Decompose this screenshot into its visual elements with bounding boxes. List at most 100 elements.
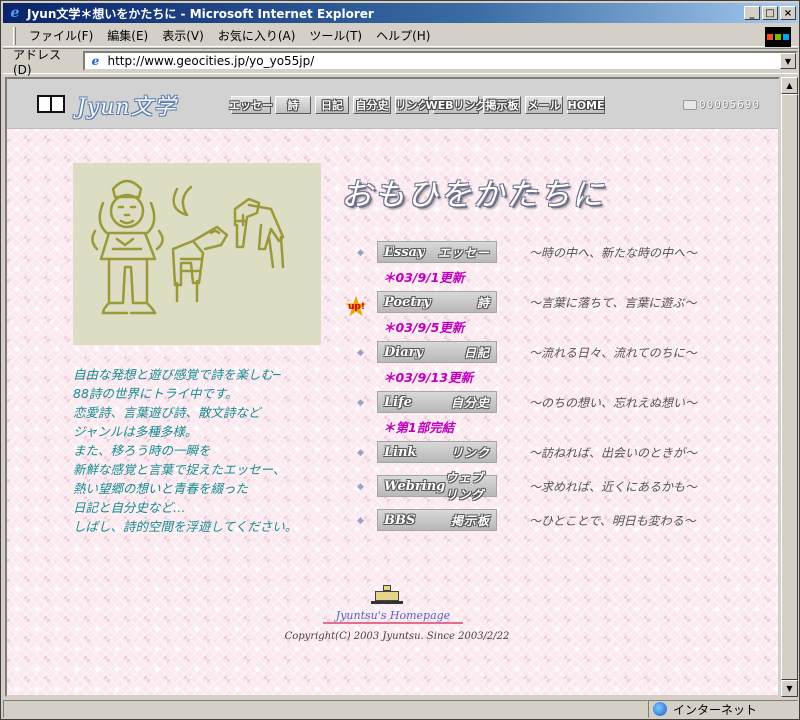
site-header: Jyun文学 エッセー 詩 日記 自分史 リンク WEBリング 掲示板 メール … <box>7 79 778 129</box>
intro-line: ジャンルは多種多様。 <box>73 424 198 439</box>
nav-mail[interactable]: メール <box>525 96 563 114</box>
globe-icon <box>653 702 667 716</box>
site-nav: エッセー 詩 日記 自分史 リンク WEBリング 掲示板 メール HOME <box>229 96 605 114</box>
footer-homepage-link[interactable]: Jyuntsu's Homepage <box>323 609 463 624</box>
page-icon: e <box>91 54 100 68</box>
intro-line: 新鮮な感覚と言葉で捉えたエッセー、 <box>73 462 286 477</box>
section-ja-label: 掲示板 <box>450 513 490 528</box>
section-ja-label: リンク <box>450 445 490 460</box>
minimize-button[interactable]: _ <box>744 6 760 20</box>
toolbar-grip[interactable] <box>13 26 16 45</box>
status-bar: インターネット <box>3 699 798 719</box>
intro-line: また、移ろう時の一瞬を <box>73 443 211 458</box>
address-label: アドレス(D) <box>13 47 62 77</box>
browser-window: e Jyun文学＊想いをかたちに - Microsoft Internet Ex… <box>0 0 800 720</box>
nav-bbs[interactable]: 掲示板 <box>483 96 521 114</box>
section-bbs-button[interactable]: BBS 掲示板 <box>377 509 497 531</box>
maximize-button[interactable]: □ <box>762 6 778 20</box>
section-bbs: ◆ BBS 掲示板 ～ひとことで、明日も変わる～ <box>341 509 761 543</box>
section-update: ＊03/9/13更新 <box>383 370 474 385</box>
section-life: ◆ Life 自分史 ～のちの想い、忘れえぬ想い～ ＊第1部完結 <box>341 391 761 441</box>
nav-poetry[interactable]: 詩 <box>275 96 311 114</box>
nav-home[interactable]: HOME <box>567 96 605 114</box>
page-viewport: Jyun文学 エッセー 詩 日記 自分史 リンク WEBリング 掲示板 メール … <box>5 77 780 697</box>
section-description: ～訪ねれば、出会いのときが～ <box>529 446 698 460</box>
address-input[interactable]: e http://www.geocities.jp/yo_yo55jp/ ▼ <box>83 51 798 71</box>
section-ja-label: 日記 <box>463 345 490 360</box>
section-en-label: Link <box>384 444 417 460</box>
vertical-scrollbar[interactable]: ▲ ▼ <box>780 77 798 697</box>
section-description: ～のちの想い、忘れえぬ想い～ <box>529 396 698 410</box>
counter-value: 00005690 <box>699 98 760 111</box>
section-description: ～ひとことで、明日も変わる～ <box>529 514 696 528</box>
windows-logo-icon <box>765 27 791 47</box>
section-description: ～流れる日々、流れてのちに～ <box>529 346 697 360</box>
nav-diary[interactable]: 日記 <box>315 96 349 114</box>
site-logo[interactable]: Jyun文学 <box>77 89 177 121</box>
menu-favorites[interactable]: お気に入り(A) <box>211 27 303 44</box>
menu-file[interactable]: ファイル(F) <box>22 27 100 44</box>
zone-label: インターネット <box>673 702 758 717</box>
bullet-icon: ◆ <box>357 448 364 458</box>
nav-link[interactable]: リンク <box>395 96 429 114</box>
section-menu: ◆ Essay エッセー ～時の中へ、新たな時の中へ～ ＊03/9/1更新 ★ u… <box>341 241 761 543</box>
menu-edit[interactable]: 編集(E) <box>100 27 155 44</box>
address-bar: アドレス(D) e http://www.geocities.jp/yo_yo5… <box>3 47 798 77</box>
section-ja-label: ウェブリング <box>445 471 485 502</box>
title-bar: e Jyun文学＊想いをかたちに - Microsoft Internet Ex… <box>3 3 798 23</box>
section-webring-button[interactable]: Webring ウェブリング <box>377 471 497 502</box>
section-essay-button[interactable]: Essay エッセー <box>377 241 497 263</box>
web-page: Jyun文学 エッセー 詩 日記 自分史 リンク WEBリング 掲示板 メール … <box>7 79 778 695</box>
section-en-label: Webring <box>384 478 446 494</box>
section-description: ～言葉に落ちて、言葉に遊ぶ～ <box>529 296 697 310</box>
section-diary-button[interactable]: Diary 日記 <box>377 341 497 363</box>
bullet-icon: ◆ <box>357 482 364 492</box>
access-counter: 00005690 <box>683 98 760 111</box>
counter-icon <box>683 99 697 110</box>
intro-line: 熱い望郷の想いと青春を綴った <box>73 481 249 496</box>
section-update: ＊03/9/1更新 <box>383 270 465 285</box>
section-diary: ◆ Diary 日記 ～流れる日々、流れてのちに～ ＊03/9/13更新 <box>341 341 761 391</box>
bullet-icon: ◆ <box>357 398 364 408</box>
section-poetry-button[interactable]: Poetry 詩 <box>377 291 497 313</box>
bullet-icon: ◆ <box>357 248 364 258</box>
copyright-text: Copyright(C) 2003 Jyuntsu. Since 2003/2/… <box>284 631 510 642</box>
section-life-button[interactable]: Life 自分史 <box>377 391 497 413</box>
scroll-up-arrow-icon[interactable]: ▲ <box>781 77 798 94</box>
security-zone: インターネット <box>648 700 798 718</box>
status-text <box>3 700 648 718</box>
intro-line: 日記と自分史など… <box>73 500 186 515</box>
section-webring: ◆ Webring ウェブリング ～求めれば、近くにあるかも～ <box>341 471 761 509</box>
scroll-down-arrow-icon[interactable]: ▼ <box>781 680 798 697</box>
address-url[interactable]: http://www.geocities.jp/yo_yo55jp/ <box>107 54 780 68</box>
menu-tools[interactable]: ツール(T) <box>302 27 369 44</box>
up-badge: up! <box>348 302 365 312</box>
up-star-icon: ★ up! <box>343 289 369 323</box>
nav-life[interactable]: 自分史 <box>353 96 391 114</box>
section-ja-label: エッセー <box>437 245 490 260</box>
nav-essay[interactable]: エッセー <box>229 96 273 114</box>
section-en-label: Life <box>384 394 412 410</box>
menu-view[interactable]: 表示(V) <box>155 27 211 44</box>
close-button[interactable]: × <box>780 6 796 20</box>
bullet-icon: ◆ <box>357 516 364 526</box>
section-ja-label: 自分史 <box>450 395 490 410</box>
illustration-image <box>73 163 321 345</box>
ie-icon: e <box>10 5 20 21</box>
section-en-label: Diary <box>384 344 424 360</box>
intro-text: 自由な発想と遊び感覚で詩を楽しむ─ 88詩の世界にトライ中です。 恋愛詩、言葉遊… <box>73 365 333 536</box>
section-update: ＊03/9/5更新 <box>383 320 465 335</box>
doodle-illustration <box>91 179 285 315</box>
scroll-thumb[interactable] <box>781 94 798 680</box>
section-link-button[interactable]: Link リンク <box>377 441 497 463</box>
window-title: Jyun文学＊想いをかたちに - Microsoft Internet Expl… <box>27 6 374 21</box>
intro-line: 88詩の世界にトライ中です。 <box>73 386 238 401</box>
menu-help[interactable]: ヘルプ(H) <box>369 27 437 44</box>
address-dropdown-icon[interactable]: ▼ <box>780 53 796 69</box>
section-ja-label: 詩 <box>476 295 490 310</box>
section-en-label: Essay <box>384 244 425 260</box>
cake-icon <box>371 575 403 605</box>
nav-webring[interactable]: WEBリング <box>425 96 487 114</box>
intro-line: 自由な発想と遊び感覚で詩を楽しむ─ <box>73 367 281 382</box>
site-title: おもひをかたちに <box>341 177 605 213</box>
